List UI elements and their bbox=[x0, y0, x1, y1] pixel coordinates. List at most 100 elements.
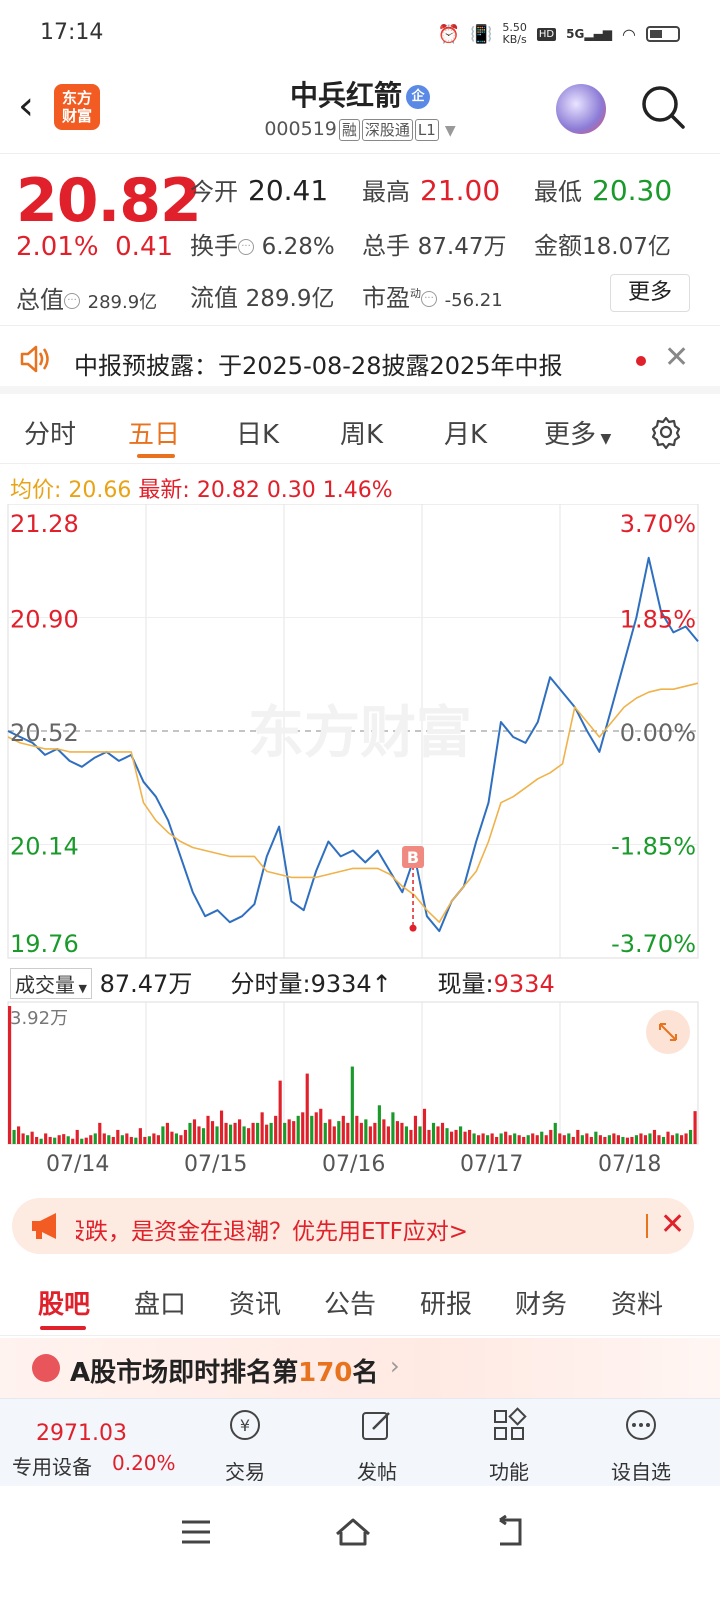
tab-guba[interactable]: 股吧 bbox=[38, 1284, 90, 1321]
tab-intraday[interactable]: 分时 bbox=[24, 414, 76, 451]
gear-icon[interactable] bbox=[648, 414, 684, 450]
status-time: 17:14 bbox=[40, 20, 104, 45]
close-icon[interactable]: ✕ bbox=[664, 342, 689, 374]
home-icon[interactable] bbox=[333, 1512, 373, 1552]
ad-text: 股跌，是资金在退潮？优先用ETF应对> bbox=[76, 1219, 469, 1245]
tab-more[interactable]: 更多 ▼ bbox=[544, 414, 611, 451]
volume-bar bbox=[188, 1122, 192, 1144]
pe-ratio[interactable]: 市盈动 ··· -56.21 bbox=[362, 278, 503, 313]
watchlist-button[interactable]: 设自选 bbox=[596, 1407, 686, 1485]
high: 最高 21.00 bbox=[362, 174, 501, 207]
more-dots-icon bbox=[626, 1410, 656, 1440]
volume-bar bbox=[143, 1136, 147, 1144]
volume-bar bbox=[62, 1134, 66, 1144]
volume-bar bbox=[531, 1133, 535, 1144]
volume-chart[interactable]: 3.92万 bbox=[0, 998, 720, 1148]
volume-bar bbox=[400, 1122, 404, 1144]
volume-bar bbox=[368, 1126, 372, 1144]
y-pct-label: 3.70% bbox=[620, 510, 696, 538]
trade-button[interactable]: ¥ 交易 bbox=[200, 1407, 290, 1485]
volume-bar bbox=[616, 1135, 620, 1144]
volume-bar bbox=[445, 1128, 449, 1144]
total-cap[interactable]: 总值 ··· 289.9亿 bbox=[16, 280, 157, 315]
expand-icon[interactable] bbox=[646, 1010, 690, 1054]
index-value: 2971.03 bbox=[36, 1421, 127, 1446]
more-quote-button[interactable]: 更多 bbox=[610, 274, 690, 312]
tab-profile[interactable]: 资料 bbox=[611, 1284, 663, 1321]
latest-label: 最新: bbox=[138, 478, 190, 503]
assistant-robot-icon[interactable] bbox=[556, 84, 606, 134]
tab-daily-k[interactable]: 日K bbox=[236, 414, 279, 451]
post-button[interactable]: 发帖 bbox=[332, 1407, 422, 1485]
volume-bar bbox=[265, 1124, 269, 1144]
alarm-icon: ⏰ bbox=[437, 23, 460, 45]
volume-bar bbox=[256, 1122, 260, 1144]
volume-bar bbox=[688, 1129, 693, 1144]
edit-icon bbox=[362, 1412, 390, 1440]
volume-bar bbox=[192, 1119, 197, 1144]
quote-panel: 20.82 2.01% 0.41 总值 ··· 289.9亿 今开 20.41 最高… bbox=[0, 154, 720, 326]
volume-bar bbox=[75, 1129, 79, 1144]
volume-bar bbox=[215, 1126, 219, 1144]
volume-bar bbox=[670, 1135, 675, 1144]
hd-icon: HD bbox=[536, 27, 557, 41]
volume-bar bbox=[648, 1133, 652, 1144]
volume-bar bbox=[341, 1115, 345, 1144]
back-nav-icon[interactable] bbox=[490, 1512, 530, 1552]
turnover[interactable]: 换手 ··· 6.28% bbox=[190, 226, 335, 261]
volume-bar bbox=[377, 1105, 381, 1144]
caret-down-icon: ▼ bbox=[75, 982, 87, 995]
tab-announcements[interactable]: 公告 bbox=[324, 1284, 376, 1321]
volume-bar bbox=[395, 1121, 399, 1144]
volume-bar bbox=[504, 1131, 508, 1144]
indicator-select[interactable]: 成交量 ▼ bbox=[10, 968, 92, 999]
tab-news[interactable]: 资讯 bbox=[229, 1284, 281, 1321]
tab-monthly-k[interactable]: 月K bbox=[444, 414, 487, 451]
volume-bar bbox=[116, 1129, 120, 1144]
last-price: 20.82 bbox=[16, 166, 202, 236]
volume-bar bbox=[332, 1126, 336, 1144]
volume-bar bbox=[468, 1129, 472, 1144]
volume-bar bbox=[625, 1137, 629, 1144]
volume-bar bbox=[666, 1131, 670, 1144]
volume-bar bbox=[233, 1122, 237, 1144]
volume-bar bbox=[589, 1136, 593, 1144]
stock-title[interactable]: 中兵红箭企 bbox=[0, 74, 720, 114]
tab-five-day[interactable]: 五日 bbox=[128, 414, 180, 451]
volume-bar bbox=[567, 1133, 571, 1144]
volume-bar bbox=[120, 1135, 124, 1144]
stock-code-line[interactable]: 000519 融深股通 L1 ▼ bbox=[0, 118, 720, 141]
search-icon[interactable] bbox=[640, 84, 686, 130]
volume-bar bbox=[621, 1136, 625, 1144]
menu-icon[interactable] bbox=[176, 1512, 216, 1552]
volume-bar bbox=[535, 1135, 539, 1144]
tab-research[interactable]: 研报 bbox=[420, 1284, 472, 1321]
volume-bar bbox=[472, 1133, 476, 1144]
volume-bar bbox=[454, 1129, 458, 1144]
volume-bar bbox=[359, 1122, 363, 1144]
volume-bar bbox=[508, 1135, 512, 1144]
volume-bar bbox=[238, 1119, 242, 1144]
connect-tag: 深股通 bbox=[361, 119, 413, 141]
notice-bar[interactable]: 中报预披露：于2025-08-28披露2025年中报 ✕ bbox=[0, 328, 720, 394]
tab-orderbook[interactable]: 盘口 bbox=[134, 1284, 186, 1321]
unread-dot bbox=[636, 356, 646, 366]
volume-bar bbox=[404, 1126, 409, 1144]
volume-bar bbox=[675, 1133, 679, 1144]
ad-banner[interactable]: 股跌，是资金在退潮？优先用ETF应对> ✕ bbox=[12, 1198, 694, 1254]
level-tag: L1 bbox=[414, 119, 439, 141]
volume-bar bbox=[413, 1115, 418, 1144]
price-chart[interactable]: 东方财富 21.28 20.90 20.52 20.14 19.76 3.70% 1.85%… bbox=[0, 504, 720, 960]
tab-weekly-k[interactable]: 周K bbox=[340, 414, 383, 451]
functions-button[interactable]: 功能 bbox=[464, 1407, 554, 1485]
arrow-up-icon: ↑ bbox=[371, 970, 392, 998]
market-ranking[interactable]: A股市场即时排名第170名 › bbox=[0, 1338, 720, 1398]
megaphone-icon bbox=[32, 1213, 56, 1239]
close-icon[interactable]: ✕ bbox=[660, 1208, 685, 1242]
volume-bar bbox=[305, 1073, 309, 1144]
volume-bar bbox=[436, 1126, 440, 1144]
tab-financials[interactable]: 财务 bbox=[515, 1284, 567, 1321]
divider bbox=[646, 1214, 648, 1238]
volume-bar bbox=[89, 1135, 93, 1144]
volume-bar bbox=[129, 1136, 133, 1144]
